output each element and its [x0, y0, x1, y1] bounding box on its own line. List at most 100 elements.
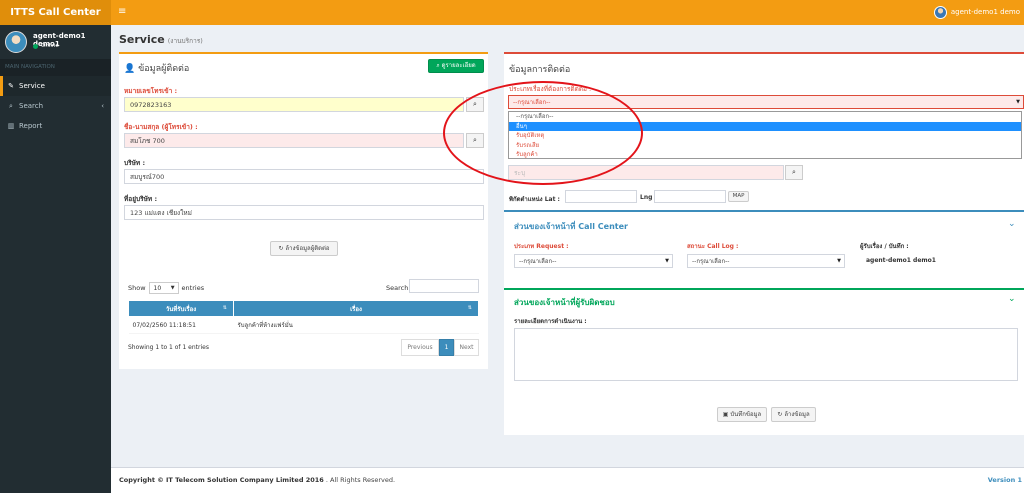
table-cell-date: 07/02/2560 11:18:51: [128, 316, 234, 334]
company-field[interactable]: สมบูรณ์700: [124, 169, 484, 184]
top-navbar: ITTS Call Center ≡ agent-demo1 demo: [0, 0, 1024, 25]
app-logo[interactable]: ITTS Call Center: [0, 0, 111, 25]
detail-label: รายละเอียดการดำเนินงาน :: [514, 318, 587, 325]
table-row[interactable]: 07/02/2560 11:18:51 รับลูกค้าที่ห้างแฟร์…: [128, 316, 479, 334]
chevron-down-icon: ▼: [837, 258, 841, 264]
copyright-rest: . All Rights Reserved.: [325, 476, 396, 484]
clear-contact-button[interactable]: ↻ ล้างข้อมูลผู้ติดต่อ: [270, 241, 338, 256]
chevron-down-icon: ▼: [665, 258, 669, 264]
sidebar: agent-demo1 demo1 Online MAIN NAVIGATION…: [0, 25, 111, 493]
save-icon: ▣: [722, 411, 729, 418]
name-field[interactable]: สมโภช 700: [124, 133, 464, 148]
avatar: [933, 6, 947, 19]
chevron-left-icon: ‹: [101, 102, 104, 110]
user-menu[interactable]: agent-demo1 demo: [933, 5, 1020, 20]
company-label: บริษัท :: [124, 159, 146, 167]
request-select[interactable]: --กรุณาเลือก-- ▼: [514, 254, 673, 268]
history-table: วันที่รับเรื่อง ⇅ เรื่อง ⇅ 07/02/2560 11:1…: [128, 300, 479, 334]
lat-label: พิกัดตำแหน่ง Lat :: [509, 196, 560, 203]
online-status-icon: [33, 43, 38, 49]
user-panel: agent-demo1 demo1 Online: [0, 25, 111, 59]
sidebar-item-label: Search: [19, 102, 44, 110]
pagination-page-1[interactable]: 1: [439, 339, 454, 356]
refresh-icon: ↻: [777, 411, 783, 418]
detail-textarea[interactable]: [514, 328, 1018, 381]
call-center-divider: [504, 210, 1024, 212]
address-field[interactable]: 123 แม่แตง เชียงใหม่: [124, 205, 484, 220]
responder-title: ส่วนของเจ้าหน้าที่ผู้รับผิดชอบ: [514, 298, 615, 307]
table-search-input[interactable]: [409, 279, 479, 293]
table-search-label: Search:: [386, 284, 411, 292]
request-label: ประเภท Request :: [514, 243, 569, 250]
entries-label: entries: [181, 284, 205, 292]
user-status: Online: [33, 43, 59, 49]
table-info: Showing 1 to 1 of 1 entries: [128, 344, 209, 351]
edit-icon: ✎: [8, 82, 14, 90]
column-header-date[interactable]: วันที่รับเรื่อง ⇅: [128, 300, 234, 317]
name-label: ชื่อ-นามสกุล (ผู้โทรเข้า) :: [124, 123, 198, 131]
nav-header: MAIN NAVIGATION: [0, 59, 111, 76]
request-select-value: --กรุณาเลือก--: [519, 258, 557, 265]
contact-box-title: 👤 ข้อมูลผู้ติดต่อ: [124, 61, 189, 75]
footer: Copyright © IT Telecom Solution Company …: [111, 467, 1024, 493]
view-detail-label: ดูรายละเอียด: [441, 62, 476, 69]
type-detail-search-button[interactable]: ⌕: [785, 165, 803, 180]
page-title: Service (งานบริการ): [119, 33, 203, 46]
view-detail-button[interactable]: ⌕ ดูรายละเอียด: [428, 59, 484, 73]
sort-icon: ⇅: [222, 305, 227, 311]
call-log-status-select[interactable]: --กรุณาเลือก-- ▼: [687, 254, 845, 268]
sidebar-toggle-icon[interactable]: ≡: [118, 6, 126, 18]
phone-label: หมายเลขโทรเข้า :: [124, 87, 178, 95]
column-header-subject[interactable]: เรื่อง ⇅: [233, 300, 479, 317]
sidebar-item-service[interactable]: ✎ Service: [0, 76, 111, 96]
address-label: ที่อยู่บริษัท :: [124, 195, 158, 203]
save-button[interactable]: ▣ บันทึกข้อมูล: [717, 407, 767, 422]
recorder-value: agent-demo1 demo1: [866, 257, 936, 264]
status-label: สถานะ Call Log :: [687, 243, 739, 250]
clear-label: ล้างข้อมูล: [784, 411, 810, 418]
pagination-next[interactable]: Next: [454, 339, 479, 356]
column-header-label: วันที่รับเรื่อง: [165, 305, 197, 313]
lng-input[interactable]: [654, 190, 726, 203]
contact-info-title: ข้อมูลการติดต่อ: [509, 65, 571, 75]
clear-contact-label: ล้างข้อมูลผู้ติดต่อ: [285, 245, 330, 252]
status-select-value: --กรุณาเลือก--: [692, 258, 730, 265]
user-menu-name: agent-demo1 demo: [950, 8, 1020, 16]
phone-field[interactable]: 0972823163: [124, 97, 464, 112]
sort-icon: ⇅: [467, 305, 472, 311]
call-center-title: ส่วนของเจ้าหน้าที่ Call Center: [514, 222, 628, 231]
sidebar-item-search[interactable]: ⌕ Search ‹: [0, 96, 111, 116]
chevron-down-icon: ▼: [170, 285, 175, 291]
status-label: Online: [41, 43, 59, 49]
table-header-row: วันที่รับเรื่อง ⇅ เรื่อง ⇅: [128, 300, 479, 317]
entries-control: Show 10 ▼ entries: [128, 282, 204, 294]
page-subtitle: (งานบริการ): [167, 37, 203, 45]
column-header-label: เรื่อง: [350, 305, 362, 313]
entries-select[interactable]: 10 ▼: [148, 282, 179, 294]
copyright: Copyright © IT Telecom Solution Company …: [119, 476, 324, 484]
save-label: บันทึกข้อมูล: [730, 411, 762, 418]
chevron-down-icon[interactable]: ⌄: [1008, 219, 1016, 229]
recorder-label: ผู้รับเรื่อง / บันทึก :: [860, 243, 909, 250]
clear-button[interactable]: ↻ ล้างข้อมูล: [771, 407, 816, 422]
table-cell-subject: รับลูกค้าที่ห้างแฟร์มั่น: [233, 316, 479, 334]
user-icon: 👤: [124, 64, 136, 74]
chevron-down-icon: ▼: [1016, 99, 1020, 105]
search-icon: ⌕: [9, 102, 13, 110]
sidebar-item-label: Service: [19, 82, 45, 90]
pagination-previous[interactable]: Previous: [401, 339, 439, 356]
responder-divider: [504, 288, 1024, 290]
page-title-text: Service: [119, 33, 165, 46]
map-button[interactable]: MAP: [728, 191, 749, 202]
entries-value: 10: [153, 284, 162, 292]
search-icon: ⌕: [792, 168, 796, 176]
version: Version 1: [987, 476, 1022, 484]
annotation-ellipse: [443, 81, 643, 185]
avatar: [5, 31, 27, 53]
sidebar-item-label: Report: [19, 122, 43, 130]
lat-input[interactable]: [565, 190, 637, 203]
chevron-down-icon[interactable]: ⌄: [1008, 294, 1016, 304]
sidebar-item-report[interactable]: ▥ Report: [0, 116, 111, 136]
contact-title-text: ข้อมูลผู้ติดต่อ: [138, 64, 190, 74]
bar-chart-icon: ▥: [7, 122, 15, 130]
